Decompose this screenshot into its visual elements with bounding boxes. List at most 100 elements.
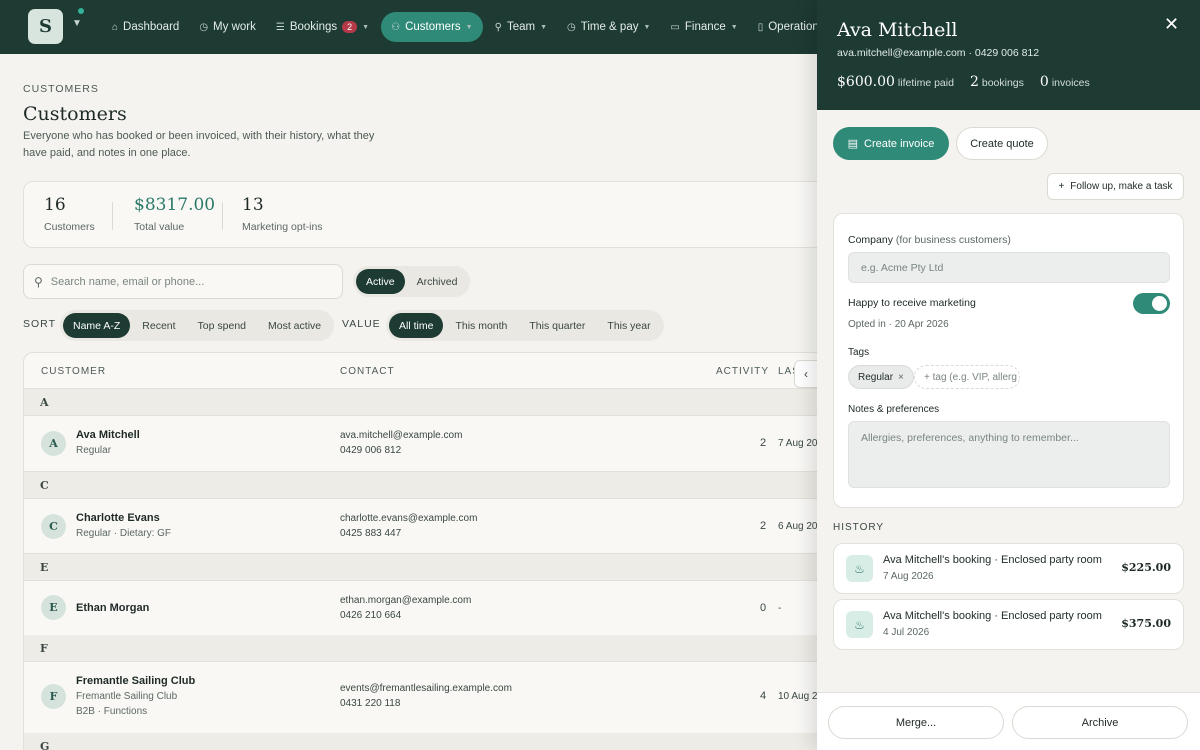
follow-up-button[interactable]: + Follow up, make a task [1047,173,1184,200]
customer-activity: 4 [760,690,767,702]
customer-name: Charlotte Evans [76,512,160,524]
stat-label: bookings [981,77,1024,89]
company-input[interactable] [848,252,1170,283]
nav-time-pay[interactable]: ◷ Time & pay ▼ [559,12,658,42]
archive-button[interactable]: Archive [1012,706,1188,739]
filter-archived[interactable]: Archived [407,269,468,294]
collapse-drawer-button[interactable]: ‹ [794,360,818,388]
value-this-year[interactable]: This year [597,313,660,338]
stat-marketing: 13 Marketing opt-ins [242,195,323,233]
nav-team[interactable]: ⚲ Team ▼ [487,12,555,42]
sort-most-active[interactable]: Most active [258,313,331,338]
table-row[interactable]: C Charlotte Evans Regular · Dietary: GF … [24,499,817,554]
history-amount: $225.00 [1121,561,1171,574]
create-invoice-button[interactable]: ▤ Create invoice [833,127,949,160]
button-label: Follow up, make a task [1070,181,1173,192]
notes-textarea[interactable] [848,421,1170,488]
drawer-customer-name: Ava Mitchell [837,19,958,41]
value-this-quarter[interactable]: This quarter [519,313,595,338]
nav-finance[interactable]: ▭ Finance ▼ [662,12,745,42]
chevron-down-icon: ▼ [730,23,738,31]
customer-phone: 0426 210 664 [340,610,402,621]
col-activity[interactable]: ACTIVITY [716,366,769,377]
group-header: A [24,389,817,416]
chevron-down-icon[interactable]: ▼ [72,18,82,29]
nav-dashboard[interactable]: ⌂ Dashboard [104,12,187,42]
cake-icon: ♨ [846,611,873,638]
customer-tags: Regular [76,445,112,456]
nav-label: My work [213,21,256,33]
tag-label: Regular [858,371,894,383]
drawer-contact: ava.mitchell@example.com · 0429 006 812 [837,47,1040,59]
nav-label: Dashboard [123,21,180,33]
col-contact[interactable]: CONTACT [340,366,395,377]
customer-phone: 0425 883 447 [340,528,402,539]
close-icon[interactable]: ✕ [1164,14,1179,35]
stats-card: 16 Customers $8317.00 Total value 13 Mar… [23,181,817,248]
stat-lifetime-paid: $600.00 lifetime paid [837,74,954,90]
avatar: F [41,684,66,709]
value-this-month[interactable]: This month [445,313,517,338]
app-logo[interactable]: S [28,9,63,44]
col-customer[interactable]: CUSTOMER [41,366,106,377]
history-item[interactable]: ♨ Ava Mitchell's booking · Enclosed part… [833,599,1184,650]
search-icon: ⚲ [34,274,43,289]
search-input[interactable] [50,275,321,288]
nav-customers[interactable]: ⚇ Customers ▼ [381,12,483,42]
stat-bookings: 2 bookings [970,74,1024,90]
customer-last: 10 Aug 20 [778,691,817,702]
stat-value: $8317.00 [134,195,216,215]
avatar: C [41,514,66,539]
avatar: E [41,595,66,620]
sort-name[interactable]: Name A-Z [63,313,131,338]
table-row[interactable]: A Ava Mitchell Regular ava.mitchell@exam… [24,416,817,472]
table-row[interactable]: F Fremantle Sailing Club Fremantle Saili… [24,662,817,734]
page-description: Everyone who has booked or been invoiced… [23,130,375,159]
notes-label: Notes & preferences [848,404,940,415]
tags-label: Tags [848,347,870,358]
customer-phone: 0429 006 812 [340,445,402,456]
history-date: 4 Jul 2026 [883,627,930,638]
customer-last: 6 Aug 20 [778,521,817,532]
nav-label: Team [506,21,536,33]
stat-value: 2 [969,74,979,90]
remove-tag-icon[interactable]: × [898,372,904,383]
customer-activity: 2 [760,520,767,532]
bookings-badge: 2 [342,21,358,33]
create-quote-button[interactable]: Create quote [956,127,1048,160]
button-label: Create quote [970,137,1034,150]
chevron-down-icon: ▼ [540,23,547,31]
sort-recent[interactable]: Recent [132,313,185,338]
marketing-toggle[interactable] [1133,293,1170,314]
nav-my-work[interactable]: ◷ My work [191,12,264,42]
nav-label: Bookings [289,21,338,33]
customer-activity: 0 [760,602,767,614]
sort-top-spend[interactable]: Top spend [188,313,256,338]
stat-value: 16 [44,195,66,215]
card-icon: ▭ [670,21,680,33]
customer-email: ethan.morgan@example.com [340,595,472,606]
value-all-time[interactable]: All time [389,313,444,338]
chevron-down-icon: ▼ [643,23,651,31]
nav-bookings[interactable]: ☰ Bookings 2 ▼ [268,12,377,42]
nav-items: ⌂ Dashboard ◷ My work ☰ Bookings 2 ▼ ⚇ Custome… [104,12,833,42]
group-letter: C [40,479,49,492]
marketing-label: Happy to receive marketing [848,297,976,309]
status-dot [78,8,84,14]
history-date: 7 Aug 2026 [883,571,934,582]
chevron-down-icon: ▼ [465,23,473,31]
divider [222,202,223,230]
table-row[interactable]: E Ethan Morgan ethan.morgan@example.com … [24,581,817,636]
merge-button[interactable]: Merge... [828,706,1004,739]
customer-name: Ava Mitchell [76,429,140,441]
status-filter: Active Archived [353,266,471,297]
clock-icon: ◷ [567,21,576,33]
label-hint: (for business customers) [895,234,1011,246]
history-item[interactable]: ♨ Ava Mitchell's booking · Enclosed part… [833,543,1184,594]
add-tag-input[interactable]: + tag (e.g. VIP, allerg [914,365,1020,389]
group-header: F [24,635,817,662]
people-icon: ⚇ [391,21,401,33]
customer-phone: 0431 220 118 [340,698,401,709]
group-header: G [24,733,817,750]
filter-active[interactable]: Active [356,269,405,294]
